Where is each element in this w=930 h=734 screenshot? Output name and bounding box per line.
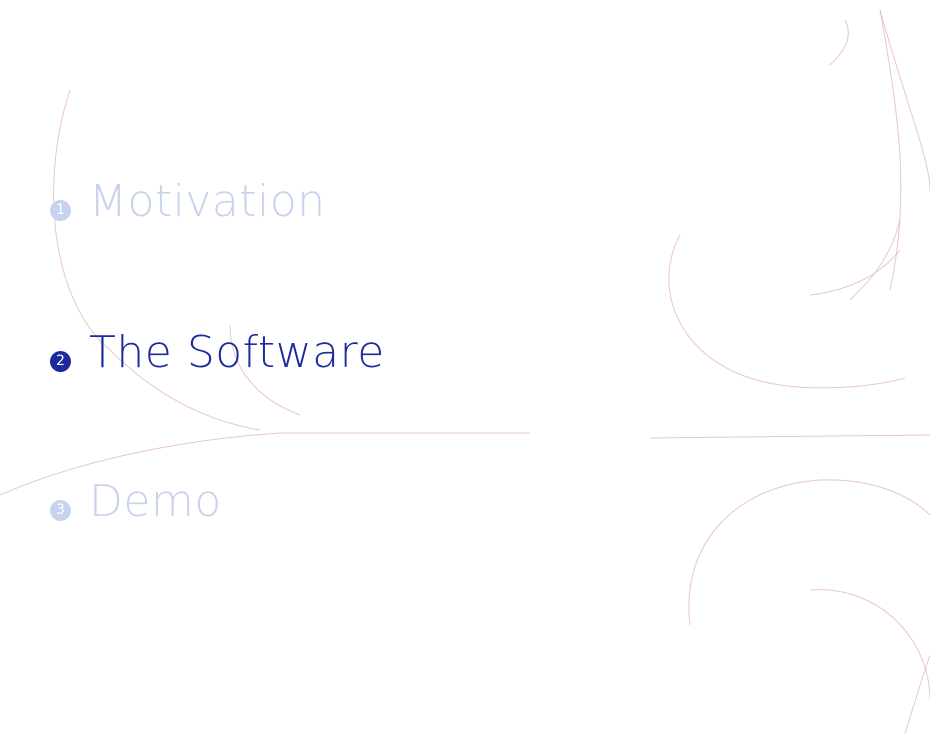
section-number-badge: 1 xyxy=(50,200,71,221)
toc-item-the-software[interactable]: 2 The Software xyxy=(50,327,385,378)
toc-item-label: The Software xyxy=(89,327,385,378)
table-of-contents: 1 Motivation 2 The Software 3 Demo xyxy=(0,0,930,734)
toc-item-motivation[interactable]: 1 Motivation xyxy=(50,176,326,227)
toc-item-demo[interactable]: 3 Demo xyxy=(50,476,222,527)
toc-item-label: Motivation xyxy=(89,176,326,227)
section-number-badge: 3 xyxy=(50,500,71,521)
section-number-badge: 2 xyxy=(50,351,71,372)
toc-item-label: Demo xyxy=(89,476,222,527)
